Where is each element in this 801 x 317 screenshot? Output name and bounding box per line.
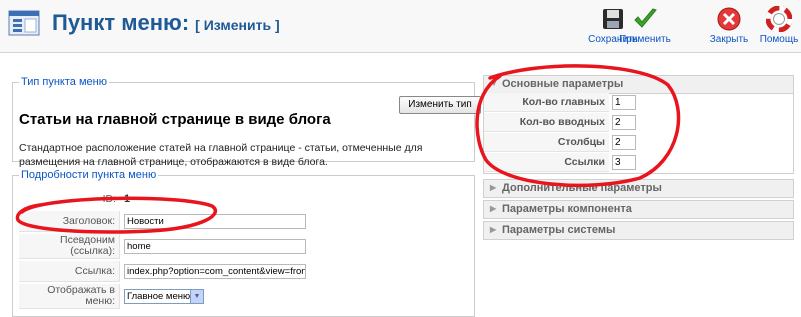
page-title-text: Пункт меню:	[52, 10, 190, 35]
alias-label: Псевдоним (ссылка):	[19, 234, 120, 259]
basic-params-title: Основные параметры	[502, 78, 624, 90]
help-button[interactable]: Помощь	[749, 6, 801, 45]
params-label: Ссылки	[484, 153, 609, 172]
params-row: Кол-во главных 1	[484, 93, 793, 112]
help-label: Помощь	[759, 34, 799, 45]
page-title: Пункт меню: [ Изменить ]	[52, 10, 280, 36]
title-row: Заголовок: Новости	[19, 211, 306, 232]
params-label: Столбцы	[484, 133, 609, 152]
close-label: Закрыть	[709, 34, 749, 45]
help-lifebuoy-icon	[766, 6, 792, 32]
collapsed-arrow-icon: ▶	[490, 183, 497, 192]
basic-params-body: Кол-во главных 1 Кол-во вводных 2 Столбц…	[483, 92, 794, 174]
id-label: ID:	[102, 192, 116, 205]
alias-row: Псевдоним (ссылка): home	[19, 234, 306, 259]
display-in-menu-label: Отображать в меню:	[19, 284, 120, 309]
menu-item-details-fieldset: Подробности пункта меню ID: 1 Заголовок:…	[12, 169, 475, 317]
system-params-title: Параметры системы	[502, 224, 616, 236]
params-row: Ссылки 3	[484, 153, 793, 172]
display-in-menu-value: Главное меню	[127, 291, 191, 302]
page-subtitle: [ Изменить ]	[195, 17, 280, 33]
link-label: Ссылка:	[19, 261, 120, 282]
details-table: ID: 1 Заголовок: Новости Псевдоним (ссыл…	[19, 187, 306, 311]
params-input[interactable]: 1	[612, 95, 636, 110]
chevron-down-icon: ▼	[190, 290, 203, 303]
id-row: ID: 1	[19, 189, 306, 209]
id-value: 1	[124, 193, 131, 205]
apply-button[interactable]: Применить	[615, 6, 675, 45]
display-in-menu-select[interactable]: Главное меню ▼	[124, 289, 204, 304]
menu-item-type-heading: Статьи на главной странице в виде блога	[19, 111, 331, 128]
title-input[interactable]: Новости	[124, 214, 306, 229]
params-input[interactable]: 3	[612, 155, 636, 170]
apply-check-icon	[634, 8, 657, 28]
params-label: Кол-во главных	[484, 93, 609, 112]
params-input[interactable]: 2	[612, 135, 636, 150]
display-in-menu-row: Отображать в меню: Главное меню ▼	[19, 284, 306, 309]
component-params-title: Параметры компонента	[502, 203, 632, 215]
menu-item-page-icon	[8, 10, 40, 36]
menu-item-type-description: Стандартное расположение статей на главн…	[19, 142, 423, 168]
menu-item-details-legend: Подробности пункта меню	[19, 169, 159, 181]
link-input[interactable]: index.php?option=com_content&view=frontp…	[124, 264, 306, 279]
toolbar: Пункт меню:[ Изменить ] Сохранить Примен…	[0, 0, 801, 53]
system-params-panel[interactable]: ▶ Параметры системы	[483, 221, 794, 240]
advanced-params-panel[interactable]: ▶ Дополнительные параметры	[483, 179, 794, 198]
menu-item-type-legend: Тип пункта меню	[19, 76, 109, 88]
change-type-button[interactable]: Изменить тип	[399, 96, 481, 114]
link-row: Ссылка: index.php?option=com_content&vie…	[19, 261, 306, 282]
params-row: Столбцы 2	[484, 133, 793, 152]
params-input[interactable]: 2	[612, 115, 636, 130]
expanded-arrow-icon: ▼	[490, 79, 498, 88]
params-row: Кол-во вводных 2	[484, 113, 793, 132]
apply-label: Применить	[619, 34, 671, 45]
title-label: Заголовок:	[19, 211, 120, 232]
menu-item-type-fieldset: Тип пункта меню Изменить тип Статьи на г…	[12, 76, 481, 168]
collapsed-arrow-icon: ▶	[490, 225, 497, 234]
close-icon	[717, 7, 741, 31]
collapsed-arrow-icon: ▶	[490, 204, 497, 213]
alias-input[interactable]: home	[124, 239, 306, 254]
advanced-params-title: Дополнительные параметры	[502, 182, 662, 194]
params-label: Кол-во вводных	[484, 113, 609, 132]
component-params-panel[interactable]: ▶ Параметры компонента	[483, 200, 794, 219]
